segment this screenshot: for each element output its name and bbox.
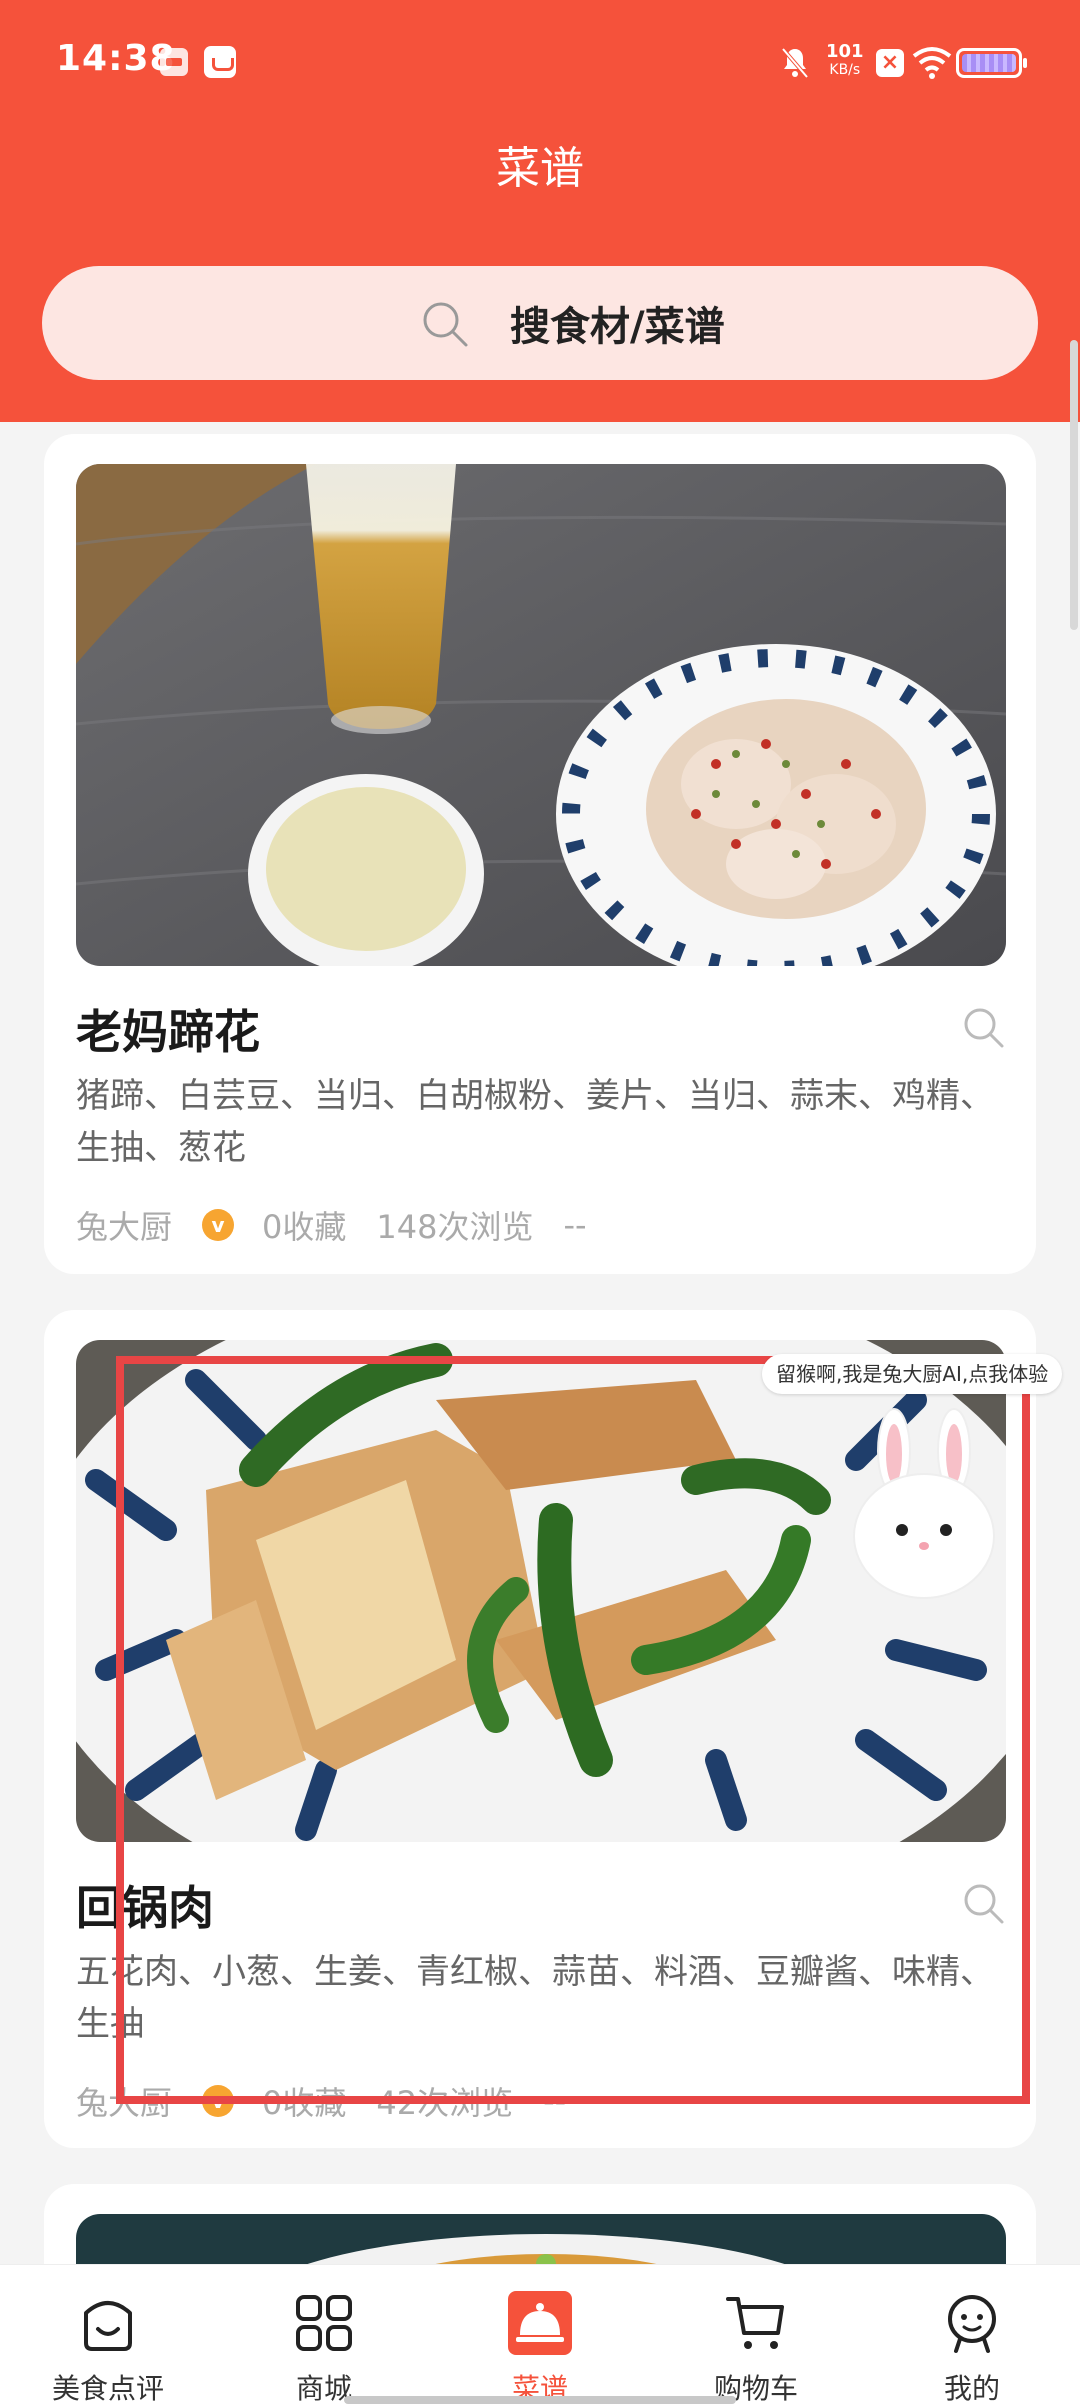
smile-bag-icon [84,2301,132,2351]
nav-label: 我的 [943,2372,1000,2405]
nav-item-cart[interactable]: 购物车 [648,2265,864,2408]
scrollbar[interactable] [1070,340,1078,630]
status-bar: 14:38 101 KB/s × [0,0,1080,126]
recipe-title[interactable]: 老妈蹄花 [76,996,260,1062]
search-placeholder: 搜食材/菜谱 [510,304,725,350]
verified-badge-icon: v [202,1209,235,1241]
network-speed: 101 KB/s [826,41,864,78]
wifi-icon [912,47,952,79]
page-title: 菜谱 [496,143,584,194]
search-icon [423,302,468,347]
rabbit-mascot-icon[interactable] [844,1406,1004,1606]
close-app-icon: × [876,49,904,77]
recipe-author: 兔大厨 [76,1208,173,1246]
profile-icon [948,2295,996,2353]
app-notification-icon [160,48,188,76]
recipe-photo[interactable] [76,464,1006,966]
nav-item-profile[interactable]: 我的 [864,2265,1080,2408]
nav-item-food-review[interactable]: 美食点评 [0,2265,216,2408]
recipe-photo-image [76,464,1006,966]
home-indicator[interactable] [344,2396,736,2404]
nav-label: 美食点评 [51,2372,164,2405]
recipe-ingredients: 猪蹄、白芸豆、当归、白胡椒粉、姜片、当归、蒜末、鸡精、生抽、葱花 [76,1076,994,1168]
grid-icon [296,2295,352,2351]
bell-muted-icon [781,47,809,79]
bottom-nav: 美食点评 商城 菜谱 购物车 我的 [0,2264,1080,2408]
ai-assistant-tip[interactable]: 留猴啊,我是兔大厨AI,点我体验 [762,1354,1063,1394]
recipe-card[interactable]: 老妈蹄花 猪蹄、白芸豆、当归、白胡椒粉、姜片、当归、蒜末、鸡精、生抽、葱花 兔大… [44,434,1036,1274]
nav-item-recipes[interactable]: 菜谱 [432,2265,648,2408]
cart-icon [726,2297,784,2349]
shopping-notification-icon [204,46,236,78]
app-header: 14:38 101 KB/s × 菜谱 搜食材/菜谱 [0,0,1080,422]
recipe-extra: -- [563,1206,587,1244]
recipe-meta: 兔大厨 v 0收藏 148次浏览 -- [76,1202,587,1248]
search-bar[interactable]: 搜食材/菜谱 [42,266,1038,380]
search-icon[interactable] [960,1004,1006,1050]
nav-item-mall[interactable]: 商城 [216,2265,432,2408]
battery-icon [956,48,1027,78]
cloche-icon [508,2291,572,2355]
recipe-favorites: 0收藏 [262,1208,347,1246]
status-time: 14:38 [56,38,176,79]
recipe-views: 148次浏览 [376,1208,534,1246]
